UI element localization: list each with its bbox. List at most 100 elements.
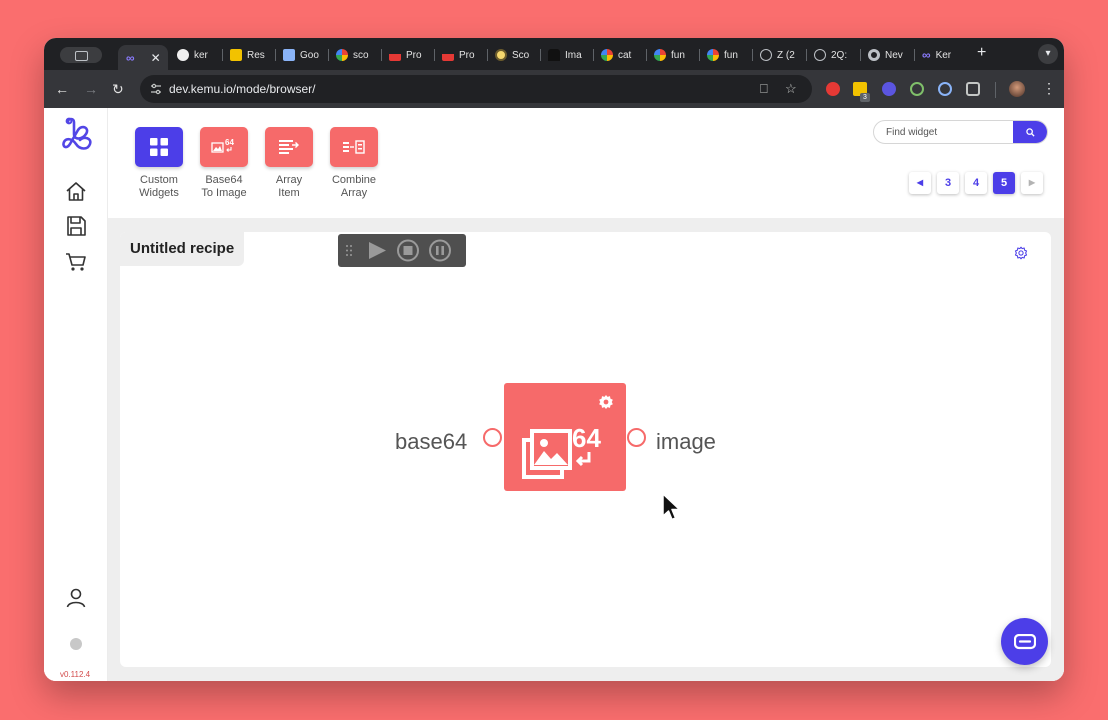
tab-sco-2[interactable]: Sco xyxy=(495,45,533,65)
grid-icon xyxy=(135,127,183,167)
tab-label: Ima xyxy=(565,49,582,61)
widget-custom-widgets[interactable]: Custom Widgets xyxy=(129,127,189,200)
google-icon xyxy=(601,49,613,61)
tab-label: Pro xyxy=(406,49,422,61)
run-controls xyxy=(338,234,466,267)
kemu-icon: ∞ xyxy=(922,48,931,62)
tab-z[interactable]: Z (2 xyxy=(760,45,800,65)
page-3-button[interactable]: 3 xyxy=(937,172,959,194)
search-input[interactable] xyxy=(874,121,1015,143)
google-icon xyxy=(654,49,666,61)
search-button[interactable] xyxy=(1013,121,1047,143)
address-bar[interactable]: dev.kemu.io/mode/browser/ ⎕ ☆ xyxy=(140,75,812,103)
widget-combine-array[interactable]: Combine Array xyxy=(324,127,384,200)
chat-support-button[interactable] xyxy=(1001,618,1048,665)
tab-label: sco xyxy=(353,49,369,61)
browser-toolbar: ← → ↻ dev.kemu.io/mode/browser/ ⎕ ☆ 3 ⋮ xyxy=(44,70,1064,108)
canvas-settings-gear-icon[interactable] xyxy=(1014,246,1028,260)
user-icon[interactable] xyxy=(64,586,88,610)
app-icon xyxy=(442,49,454,61)
widget-array-item[interactable]: Array Item xyxy=(259,127,319,200)
tab-res[interactable]: Res xyxy=(230,45,268,65)
node-badge: 64 xyxy=(572,423,601,453)
extension-gear-icon[interactable] xyxy=(882,82,896,96)
tab-label: fun xyxy=(724,49,738,61)
page-5-button[interactable]: 5 xyxy=(993,172,1015,194)
tab-label: 2Q: xyxy=(831,49,848,61)
browser-menu-icon[interactable]: ⋮ xyxy=(1042,80,1056,97)
tab-label: ker xyxy=(194,49,208,61)
extension-atom-icon[interactable] xyxy=(938,82,952,96)
tab-ima[interactable]: Ima xyxy=(548,45,586,65)
chat-icon xyxy=(1013,633,1036,649)
github-icon xyxy=(177,49,189,61)
tab-label: Ker xyxy=(935,49,952,61)
tab-label: Nev xyxy=(885,49,903,61)
widget-base64-to-image[interactable]: 64 Base64 To Image xyxy=(194,127,254,200)
new-tab-button[interactable]: + xyxy=(977,44,986,62)
tab-github[interactable]: ker xyxy=(177,45,215,65)
tab-kemu[interactable]: ∞ Ker xyxy=(922,45,962,65)
widget-label: Array Item xyxy=(275,174,303,199)
tab-pro-2[interactable]: Pro xyxy=(442,45,480,65)
output-port[interactable] xyxy=(627,428,646,447)
extension-target-icon[interactable] xyxy=(910,82,924,96)
widget-label: Custom Widgets xyxy=(139,174,179,199)
tab-label: cat xyxy=(618,49,632,61)
close-icon[interactable]: ✕ xyxy=(151,51,161,65)
pause-icon[interactable] xyxy=(429,239,451,262)
tab-fun-2[interactable]: fun xyxy=(707,45,745,65)
input-port[interactable] xyxy=(483,428,502,447)
reload-button[interactable]: ↻ xyxy=(112,81,124,97)
tab-pro-1[interactable]: Pro xyxy=(389,45,427,65)
tab-2q[interactable]: 2Q: xyxy=(814,45,854,65)
stop-icon[interactable] xyxy=(397,239,419,262)
tab-label: Sco xyxy=(512,49,530,61)
tab-goo[interactable]: Goo xyxy=(283,45,321,65)
tab-cat[interactable]: cat xyxy=(601,45,639,65)
tab-list-button[interactable]: ▾ xyxy=(1038,44,1058,64)
svg-text:64: 64 xyxy=(225,138,234,147)
chrome-icon xyxy=(868,49,880,61)
install-app-icon[interactable]: ⎕ xyxy=(760,81,768,97)
tab-label: Pro xyxy=(459,49,475,61)
page-next-button[interactable]: ▶ xyxy=(1021,172,1043,194)
extensions-puzzle-icon[interactable] xyxy=(966,82,980,96)
find-widget-search xyxy=(873,120,1048,144)
tab-label: fun xyxy=(671,49,685,61)
array-item-icon xyxy=(265,127,313,167)
back-button[interactable]: ← xyxy=(55,81,69,97)
node-settings-gear-icon[interactable] xyxy=(598,394,614,410)
recipe-title[interactable]: Untitled recipe xyxy=(120,232,245,266)
tab-sco[interactable]: sco xyxy=(336,45,374,65)
play-icon[interactable] xyxy=(369,242,386,259)
cart-icon[interactable] xyxy=(64,250,88,274)
tab-kemu-active[interactable]: ∞ ✕ xyxy=(118,45,168,70)
base64-image-icon: 64 xyxy=(200,127,248,167)
mouse-cursor-icon xyxy=(662,493,681,521)
output-port-label: image xyxy=(656,429,716,454)
tab-search-button[interactable] xyxy=(60,47,102,63)
globe-icon xyxy=(760,49,772,61)
page-4-button[interactable]: 4 xyxy=(965,172,987,194)
widget-label: Combine Array xyxy=(331,174,377,199)
page-prev-button[interactable]: ◀ xyxy=(909,172,931,194)
extension-badge: 3 xyxy=(860,93,870,102)
widget-label: Base64 To Image xyxy=(201,174,247,199)
search-icon xyxy=(1025,127,1035,137)
site-info-icon[interactable] xyxy=(150,83,162,95)
tab-new[interactable]: Nev xyxy=(868,45,908,65)
save-icon[interactable] xyxy=(64,214,88,238)
extension-red-icon[interactable] xyxy=(826,82,840,96)
drag-handle-icon[interactable] xyxy=(346,245,352,256)
bookmark-star-icon[interactable]: ☆ xyxy=(785,81,797,97)
home-icon[interactable] xyxy=(64,180,88,204)
kemu-logo-icon[interactable] xyxy=(58,116,94,158)
base64-to-image-node[interactable]: 64 xyxy=(504,383,626,491)
tab-label: Res xyxy=(247,49,265,61)
google-icon xyxy=(707,49,719,61)
version-label: v0.112.4 xyxy=(60,670,91,679)
tab-fun-1[interactable]: fun xyxy=(654,45,692,65)
forward-button[interactable]: → xyxy=(84,81,98,97)
profile-avatar[interactable] xyxy=(1009,81,1025,97)
